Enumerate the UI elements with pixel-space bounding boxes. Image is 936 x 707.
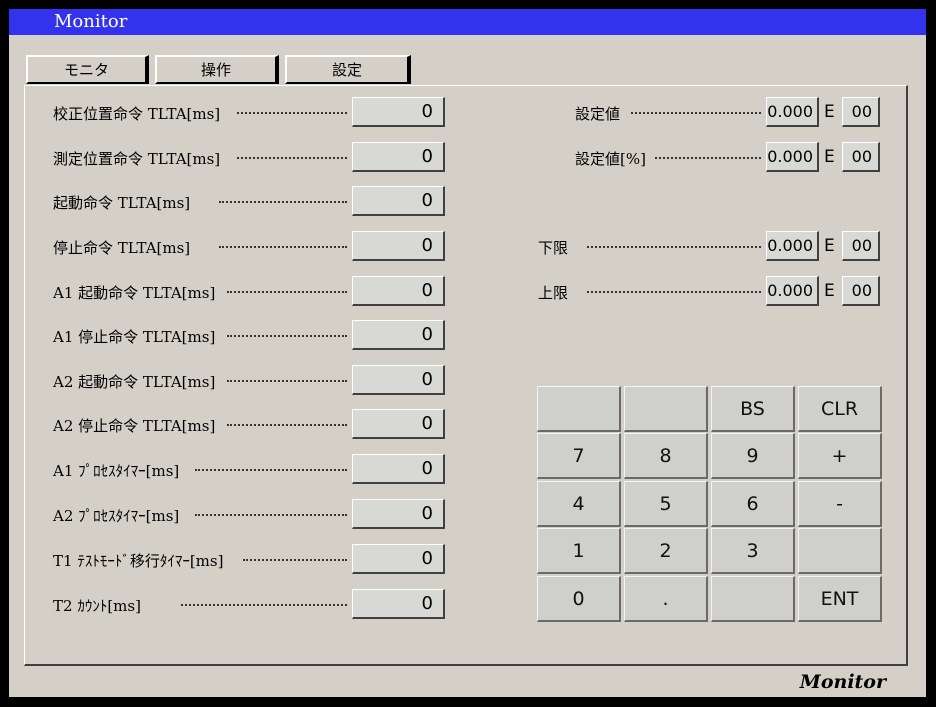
dotted-leader xyxy=(219,201,347,203)
keypad-7-key[interactable]: 7 xyxy=(537,433,621,479)
keypad-4-key[interactable]: 4 xyxy=(537,481,621,527)
dotted-leader xyxy=(587,291,761,293)
setpoint-mantissa-field: 0.000 xyxy=(766,97,819,127)
dotted-leader xyxy=(195,514,347,516)
value-field: 0 xyxy=(352,320,445,350)
keypad-8-key[interactable]: 8 xyxy=(624,433,708,479)
lower-limit-exponent-field: 00 xyxy=(842,231,880,261)
row-label: T1 ﾃｽﾄﾓｰﾄﾞ移行ﾀｲﾏｰ[ms] xyxy=(53,552,224,570)
keypad-minus-key[interactable]: - xyxy=(798,481,882,527)
keypad-clr-key[interactable]: CLR xyxy=(798,386,882,432)
exponent-marker: E xyxy=(824,102,835,122)
setpoint-percent-label: 設定値[%] xyxy=(575,150,646,168)
keypad-3-key[interactable]: 3 xyxy=(711,528,795,574)
row-label: A1 ﾌﾟﾛｾｽﾀｲﾏｰ[ms] xyxy=(53,462,180,480)
value-field: 0 xyxy=(352,142,445,172)
row-label: 起動命令 TLTA[ms] xyxy=(53,194,191,212)
keypad-9-key[interactable]: 9 xyxy=(711,433,795,479)
keypad-bs-key[interactable]: BS xyxy=(711,386,795,432)
row-label: 測定位置命令 TLTA[ms] xyxy=(53,150,221,168)
dotted-leader xyxy=(227,380,347,382)
upper-limit-mantissa-field: 0.000 xyxy=(766,276,819,306)
title-bar: Monitor xyxy=(9,9,926,35)
row-label: T2 ｶｳﾝﾄ[ms] xyxy=(53,597,141,615)
keypad-dot-key[interactable]: . xyxy=(624,576,708,622)
dotted-leader xyxy=(587,246,761,248)
dotted-leader xyxy=(631,112,761,114)
value-field: 0 xyxy=(352,454,445,484)
row-label: 校正位置命令 TLTA[ms] xyxy=(53,105,221,123)
exponent-marker: E xyxy=(824,236,835,256)
tab-operation-label: 操作 xyxy=(200,61,231,79)
dotted-leader xyxy=(219,246,347,248)
setpoint-percent-exponent-field: 00 xyxy=(842,142,880,172)
row-label: 停止命令 TLTA[ms] xyxy=(53,239,191,257)
value-field: 0 xyxy=(352,365,445,395)
value-field: 0 xyxy=(352,231,445,261)
dotted-leader xyxy=(655,157,761,159)
monitor-window: Monitor モニタ 操作 設定 校正位置命令 TLTA[ms] 0 測定位置… xyxy=(9,9,926,697)
tab-monitor[interactable]: モニタ xyxy=(26,55,149,84)
dotted-leader xyxy=(237,157,347,159)
exponent-marker: E xyxy=(824,281,835,301)
setpoint-exponent-field: 00 xyxy=(842,97,880,127)
tab-settings-label: 設定 xyxy=(331,61,362,79)
dotted-leader xyxy=(227,335,347,337)
dotted-leader xyxy=(195,469,347,471)
keypad-blank-key[interactable] xyxy=(798,528,882,574)
keypad-ent-key[interactable]: ENT xyxy=(798,576,882,622)
exponent-marker: E xyxy=(824,147,835,167)
dotted-leader xyxy=(227,424,347,426)
dotted-leader xyxy=(237,112,347,114)
keypad-blank-key[interactable] xyxy=(624,386,708,432)
dotted-leader xyxy=(181,604,347,606)
lower-limit-label: 下限 xyxy=(538,239,569,257)
row-label: A1 停止命令 TLTA[ms] xyxy=(53,328,216,346)
tab-operation[interactable]: 操作 xyxy=(155,55,279,84)
row-label: A2 ﾌﾟﾛｾｽﾀｲﾏｰ[ms] xyxy=(53,507,180,525)
value-field: 0 xyxy=(352,97,445,127)
tab-settings[interactable]: 設定 xyxy=(285,55,411,84)
keypad-2-key[interactable]: 2 xyxy=(624,528,708,574)
keypad-blank-key[interactable] xyxy=(537,386,621,432)
value-field: 0 xyxy=(352,499,445,529)
keypad-6-key[interactable]: 6 xyxy=(711,481,795,527)
row-label: A2 起動命令 TLTA[ms] xyxy=(53,373,216,391)
setpoint-label: 設定値 xyxy=(575,105,621,123)
row-label: A1 起動命令 TLTA[ms] xyxy=(53,284,216,302)
value-field: 0 xyxy=(352,186,445,216)
tab-monitor-label: モニタ xyxy=(63,61,109,79)
lower-limit-mantissa-field: 0.000 xyxy=(766,231,819,261)
keypad-plus-key[interactable]: + xyxy=(798,433,882,479)
value-field: 0 xyxy=(352,276,445,306)
upper-limit-label: 上限 xyxy=(538,284,569,302)
value-field: 0 xyxy=(352,589,445,619)
row-label: A2 停止命令 TLTA[ms] xyxy=(53,417,216,435)
setpoint-percent-mantissa-field: 0.000 xyxy=(766,142,819,172)
value-field: 0 xyxy=(352,409,445,439)
upper-limit-exponent-field: 00 xyxy=(842,276,880,306)
keypad-0-key[interactable]: 0 xyxy=(537,576,621,622)
value-field: 0 xyxy=(352,544,445,574)
keypad-blank-key[interactable] xyxy=(711,576,795,622)
dotted-leader xyxy=(243,559,347,561)
keypad-5-key[interactable]: 5 xyxy=(624,481,708,527)
dotted-leader xyxy=(227,291,347,293)
keypad-1-key[interactable]: 1 xyxy=(537,528,621,574)
window-title: Monitor xyxy=(54,11,128,32)
footer-screen-label: Monitor xyxy=(799,671,886,693)
